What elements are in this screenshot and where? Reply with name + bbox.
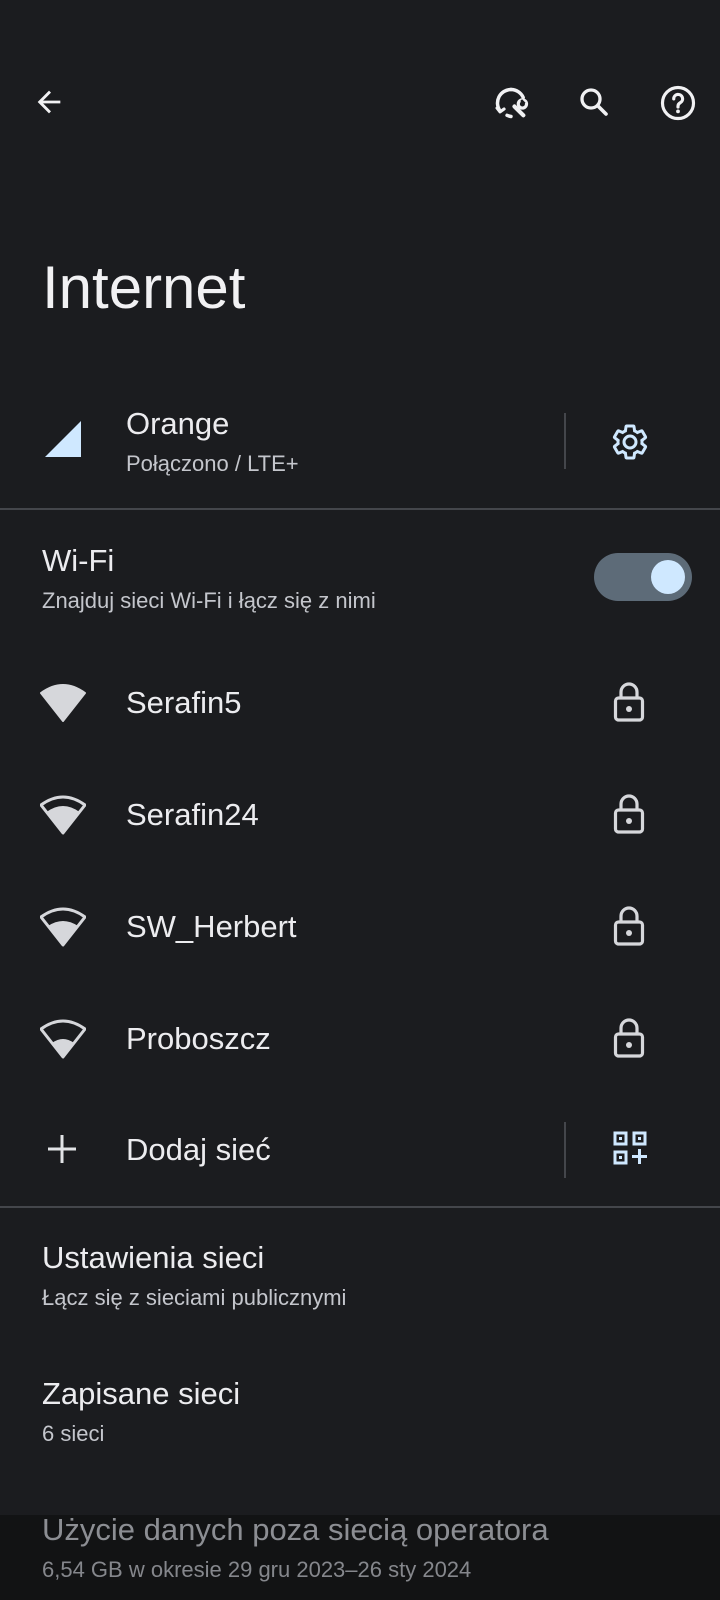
plus-icon [46, 1133, 78, 1170]
lock-icon [612, 793, 646, 835]
wifi-network-name: Serafin5 [126, 685, 242, 720]
lock-icon [612, 681, 646, 723]
wifi-network-row[interactable]: SW_Herbert [0, 871, 720, 983]
qr-scan-icon [613, 1131, 647, 1170]
back-button[interactable] [25, 78, 73, 126]
toggle-thumb [651, 560, 685, 594]
wifi-signal-medium-icon [39, 1019, 87, 1059]
saved-networks-title: Zapisane sieci [42, 1376, 241, 1411]
saved-networks-item[interactable]: Zapisane sieci 6 sieci [0, 1361, 720, 1471]
gear-icon [610, 422, 650, 467]
vertical-divider [564, 1122, 566, 1178]
mobile-settings-button[interactable] [600, 414, 660, 474]
add-network-row[interactable]: Dodaj sieć [0, 1097, 560, 1203]
network-reset-button[interactable] [487, 79, 535, 127]
lock-icon [612, 905, 646, 947]
wifi-network-name: Proboszcz [126, 1021, 271, 1056]
network-settings-subtitle: Łącz się z sieciami publicznymi [42, 1285, 347, 1310]
network-reset-icon [492, 84, 530, 122]
wifi-network-row[interactable]: Serafin24 [0, 759, 720, 871]
vertical-divider [564, 413, 566, 469]
network-settings-item[interactable]: Ustawienia sieci Łącz się z sieciami pub… [0, 1225, 720, 1335]
carrier-name: Orange [126, 406, 230, 441]
data-usage-title: Użycie danych poza siecią operatora [42, 1512, 549, 1547]
search-button[interactable] [570, 78, 618, 126]
internet-settings-screen: Internet Orange Połączono / LTE+ Wi-Fi Z… [0, 0, 720, 1600]
section-divider [0, 1206, 720, 1208]
wifi-network-name: Serafin24 [126, 797, 259, 832]
non-carrier-data-usage-item[interactable]: Użycie danych poza siecią operatora 6,54… [0, 1504, 720, 1600]
lock-icon [612, 1017, 646, 1059]
add-network-label: Dodaj sieć [126, 1132, 271, 1167]
saved-networks-subtitle: 6 sieci [42, 1421, 105, 1446]
wifi-network-row[interactable]: Serafin5 [0, 647, 720, 759]
mobile-network-row[interactable]: Orange Połączono / LTE+ [0, 395, 560, 485]
cell-signal-icon [45, 421, 81, 462]
help-button[interactable] [654, 79, 702, 127]
carrier-status: Połączono / LTE+ [126, 451, 299, 476]
wifi-toggle[interactable] [594, 553, 692, 601]
wifi-signal-strong-icon [39, 907, 87, 947]
data-usage-subtitle: 6,54 GB w okresie 29 gru 2023–26 sty 202… [42, 1557, 472, 1582]
network-settings-title: Ustawienia sieci [42, 1240, 265, 1275]
wifi-signal-strong-icon [39, 795, 87, 835]
wifi-network-name: SW_Herbert [126, 909, 297, 944]
arrow-back-icon [32, 85, 66, 119]
wifi-title: Wi-Fi [42, 543, 115, 578]
section-divider [0, 508, 720, 510]
wifi-network-row[interactable]: Proboszcz [0, 983, 720, 1095]
qr-scan-button[interactable] [600, 1120, 660, 1180]
help-icon [659, 84, 697, 122]
wifi-subtitle: Znajduj sieci Wi-Fi i łącz się z nimi [42, 588, 376, 613]
wifi-signal-full-icon [40, 683, 86, 723]
page-title: Internet [42, 254, 246, 321]
search-icon [576, 84, 612, 120]
